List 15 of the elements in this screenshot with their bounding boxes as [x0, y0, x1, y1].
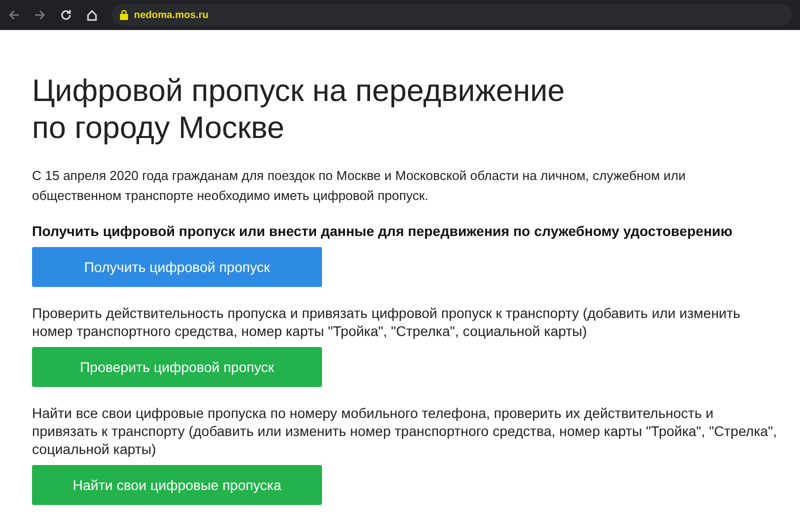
action-button[interactable]: Получить цифровой пропуск [32, 247, 322, 287]
action-button[interactable]: Проверить цифровой пропуск [32, 347, 322, 387]
reload-icon[interactable] [60, 9, 72, 21]
address-bar[interactable]: nedoma.mos.ru [112, 4, 792, 26]
section-text: Проверить действительность пропуска и привязать цифровой пропуск к транспорту (добавить или изменить номер транспортного средства, номер карты "Тройка", "Стрелка", социальной карты) [32, 304, 742, 340]
section-text: Получить цифровой пропуск или внести данные для передвижения по служебному удостоверению [32, 222, 734, 240]
url-text: nedoma.mos.ru [134, 8, 208, 22]
back-icon[interactable] [8, 9, 20, 21]
intro-text: С 15 апреля 2020 года гражданам для поездок по Москве и Московской области на личном, служебном или общественном транспорте необходимо иметь цифровой пропуск. [32, 167, 687, 205]
home-icon[interactable] [86, 9, 98, 21]
section-text: Найти все свои цифровые пропуска по номеру мобильного телефона, проверить их действительность и привязать к транспорту (добавить или изменить номер транспортного средства, номер карты "Тройка", "Стрелка", социальной карты) [32, 404, 778, 458]
lock-icon [120, 10, 128, 20]
forward-icon[interactable] [34, 9, 46, 21]
action-button[interactable]: Найти свои цифровые пропуска [32, 465, 322, 505]
page-title: Цифровой пропуск на передвижение по городу Москве [32, 72, 566, 146]
